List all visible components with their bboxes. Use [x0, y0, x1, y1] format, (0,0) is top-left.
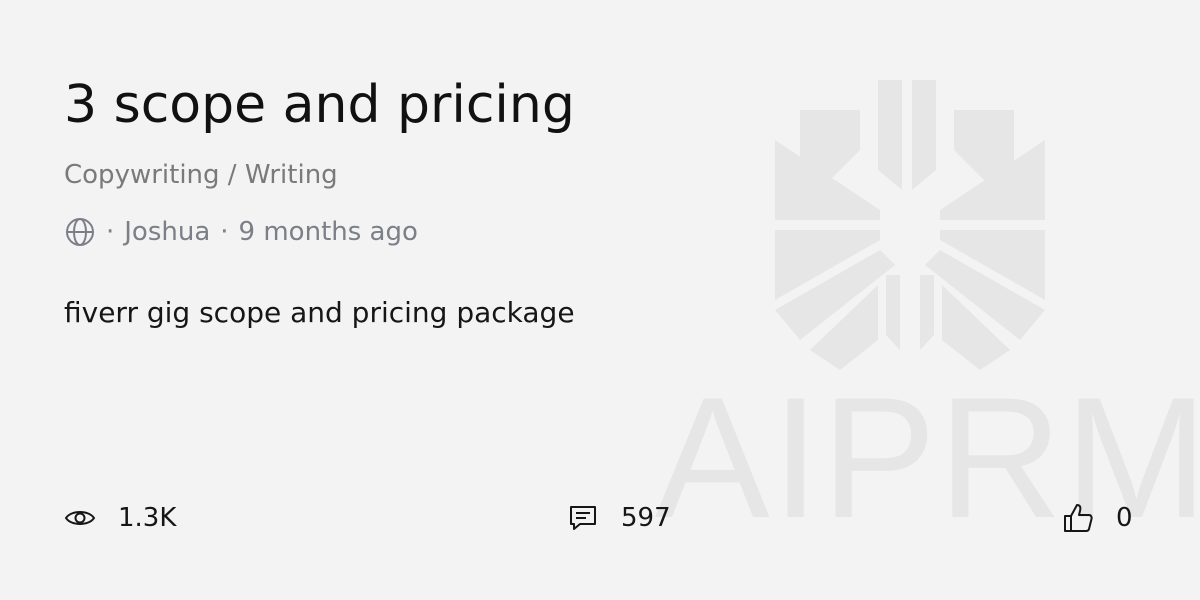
author-name[interactable]: Joshua	[124, 217, 210, 247]
thumbs-up-icon[interactable]	[1062, 502, 1094, 534]
comment-icon	[570, 506, 596, 530]
globe-icon	[64, 216, 96, 248]
prompt-category[interactable]: Copywriting / Writing	[64, 160, 338, 190]
views-count: 1.3K	[118, 503, 177, 533]
prompt-meta: · Joshua · 9 months ago	[64, 216, 418, 248]
eye-icon	[64, 511, 96, 525]
views-stat: 1.3K	[64, 502, 176, 534]
likes-count: 0	[1116, 503, 1133, 533]
comments-stat[interactable]: 597	[567, 502, 671, 534]
prompt-description: fiverr gig scope and pricing package	[64, 296, 575, 329]
prompt-title: 3 scope and pricing	[64, 75, 575, 135]
time-ago: 9 months ago	[238, 217, 418, 247]
likes-stat[interactable]: 0	[1062, 502, 1133, 534]
meta-separator: ·	[106, 217, 115, 247]
meta-separator: ·	[220, 217, 229, 247]
comments-count: 597	[621, 503, 671, 533]
